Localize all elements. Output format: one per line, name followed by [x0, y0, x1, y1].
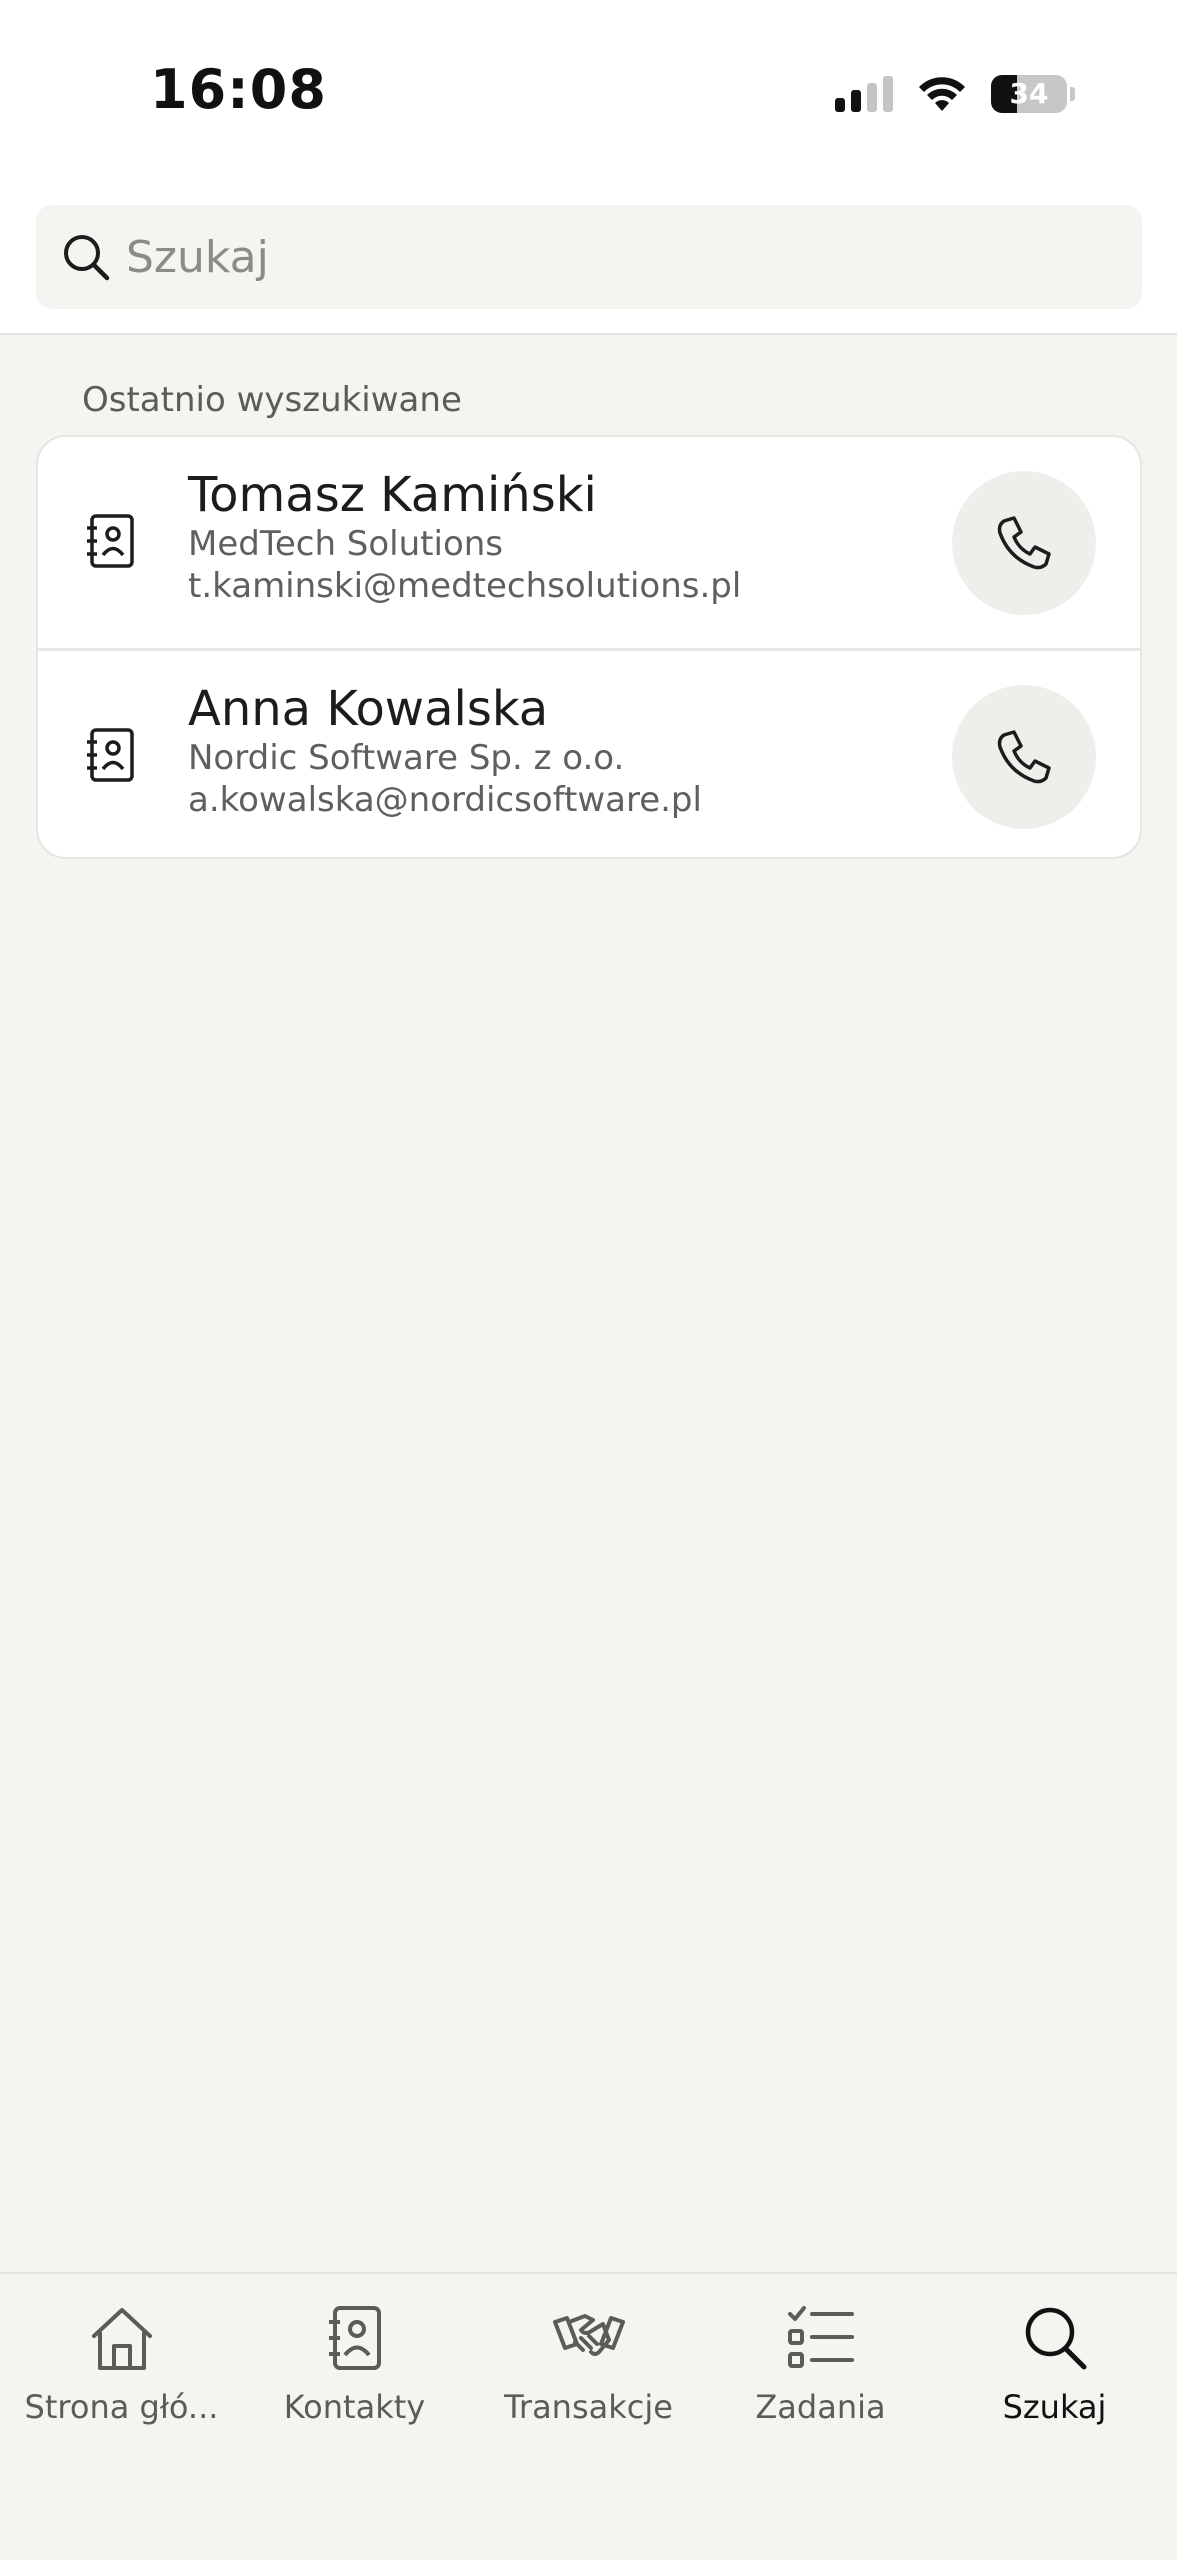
status-time: 16:08: [150, 58, 327, 121]
battery-icon: 34: [991, 75, 1067, 113]
list-item[interactable]: Anna Kowalska Nordic Software Sp. z o.o.…: [38, 648, 1140, 857]
tab-transactions-label: Transakcje: [504, 2388, 673, 2426]
status-icons: 34: [835, 72, 1075, 116]
tab-search[interactable]: Szukaj: [937, 2300, 1172, 2440]
search-input[interactable]: [126, 222, 1086, 292]
contact-book-icon: [87, 514, 134, 568]
battery-percent: 34: [1009, 77, 1049, 110]
handshake-icon: [552, 2314, 625, 2356]
tab-search-label: Szukaj: [1002, 2388, 1107, 2426]
wifi-icon: [919, 77, 965, 111]
contact-company: MedTech Solutions: [188, 524, 504, 564]
search-bar[interactable]: [36, 205, 1142, 309]
call-button[interactable]: [952, 471, 1096, 615]
phone-icon: [997, 730, 1051, 784]
tab-tasks[interactable]: Zadania: [703, 2300, 938, 2440]
header: 16:08 34: [0, 0, 1177, 335]
contact-name: Anna Kowalska: [188, 681, 549, 737]
recent-searches-list: Tomasz Kamiński MedTech Solutions t.kami…: [36, 435, 1142, 859]
contact-name: Tomasz Kamiński: [188, 467, 597, 523]
tab-contacts-label: Kontakty: [283, 2388, 426, 2426]
recent-searches-label: Ostatnio wyszukiwane: [82, 380, 462, 420]
tab-transactions[interactable]: Transakcje: [471, 2300, 706, 2440]
search-icon: [1025, 2307, 1086, 2370]
contact-details: Anna Kowalska Nordic Software Sp. z o.o.…: [188, 681, 702, 821]
phone-icon: [997, 516, 1051, 570]
contact-email: a.kowalska@nordicsoftware.pl: [188, 780, 702, 820]
contact-book-icon: [87, 728, 134, 782]
tab-bar: Strona głó... Kontakty Transakcje Zadani…: [0, 2272, 1177, 2560]
tab-contacts[interactable]: Kontakty: [237, 2300, 472, 2440]
tab-home-label: Strona głó...: [24, 2388, 219, 2426]
call-button[interactable]: [952, 685, 1096, 829]
tab-tasks-label: Zadania: [755, 2388, 886, 2426]
list-item[interactable]: Tomasz Kamiński MedTech Solutions t.kami…: [38, 437, 1140, 648]
home-icon: [91, 2308, 152, 2370]
checklist-icon: [787, 2306, 854, 2368]
search-icon: [64, 235, 110, 281]
contact-company: Nordic Software Sp. z o.o.: [188, 738, 625, 778]
cellular-signal-icon: [835, 76, 893, 112]
tab-home[interactable]: Strona głó...: [4, 2300, 239, 2440]
search-screen: 16:08 34 Szukaj Ostatnio wyszukiwane Tom…: [0, 0, 1177, 2560]
contact-email: t.kaminski@medtechsolutions.pl: [188, 566, 742, 606]
contact-details: Tomasz Kamiński MedTech Solutions t.kami…: [188, 467, 741, 607]
contact-book-icon: [328, 2306, 381, 2370]
